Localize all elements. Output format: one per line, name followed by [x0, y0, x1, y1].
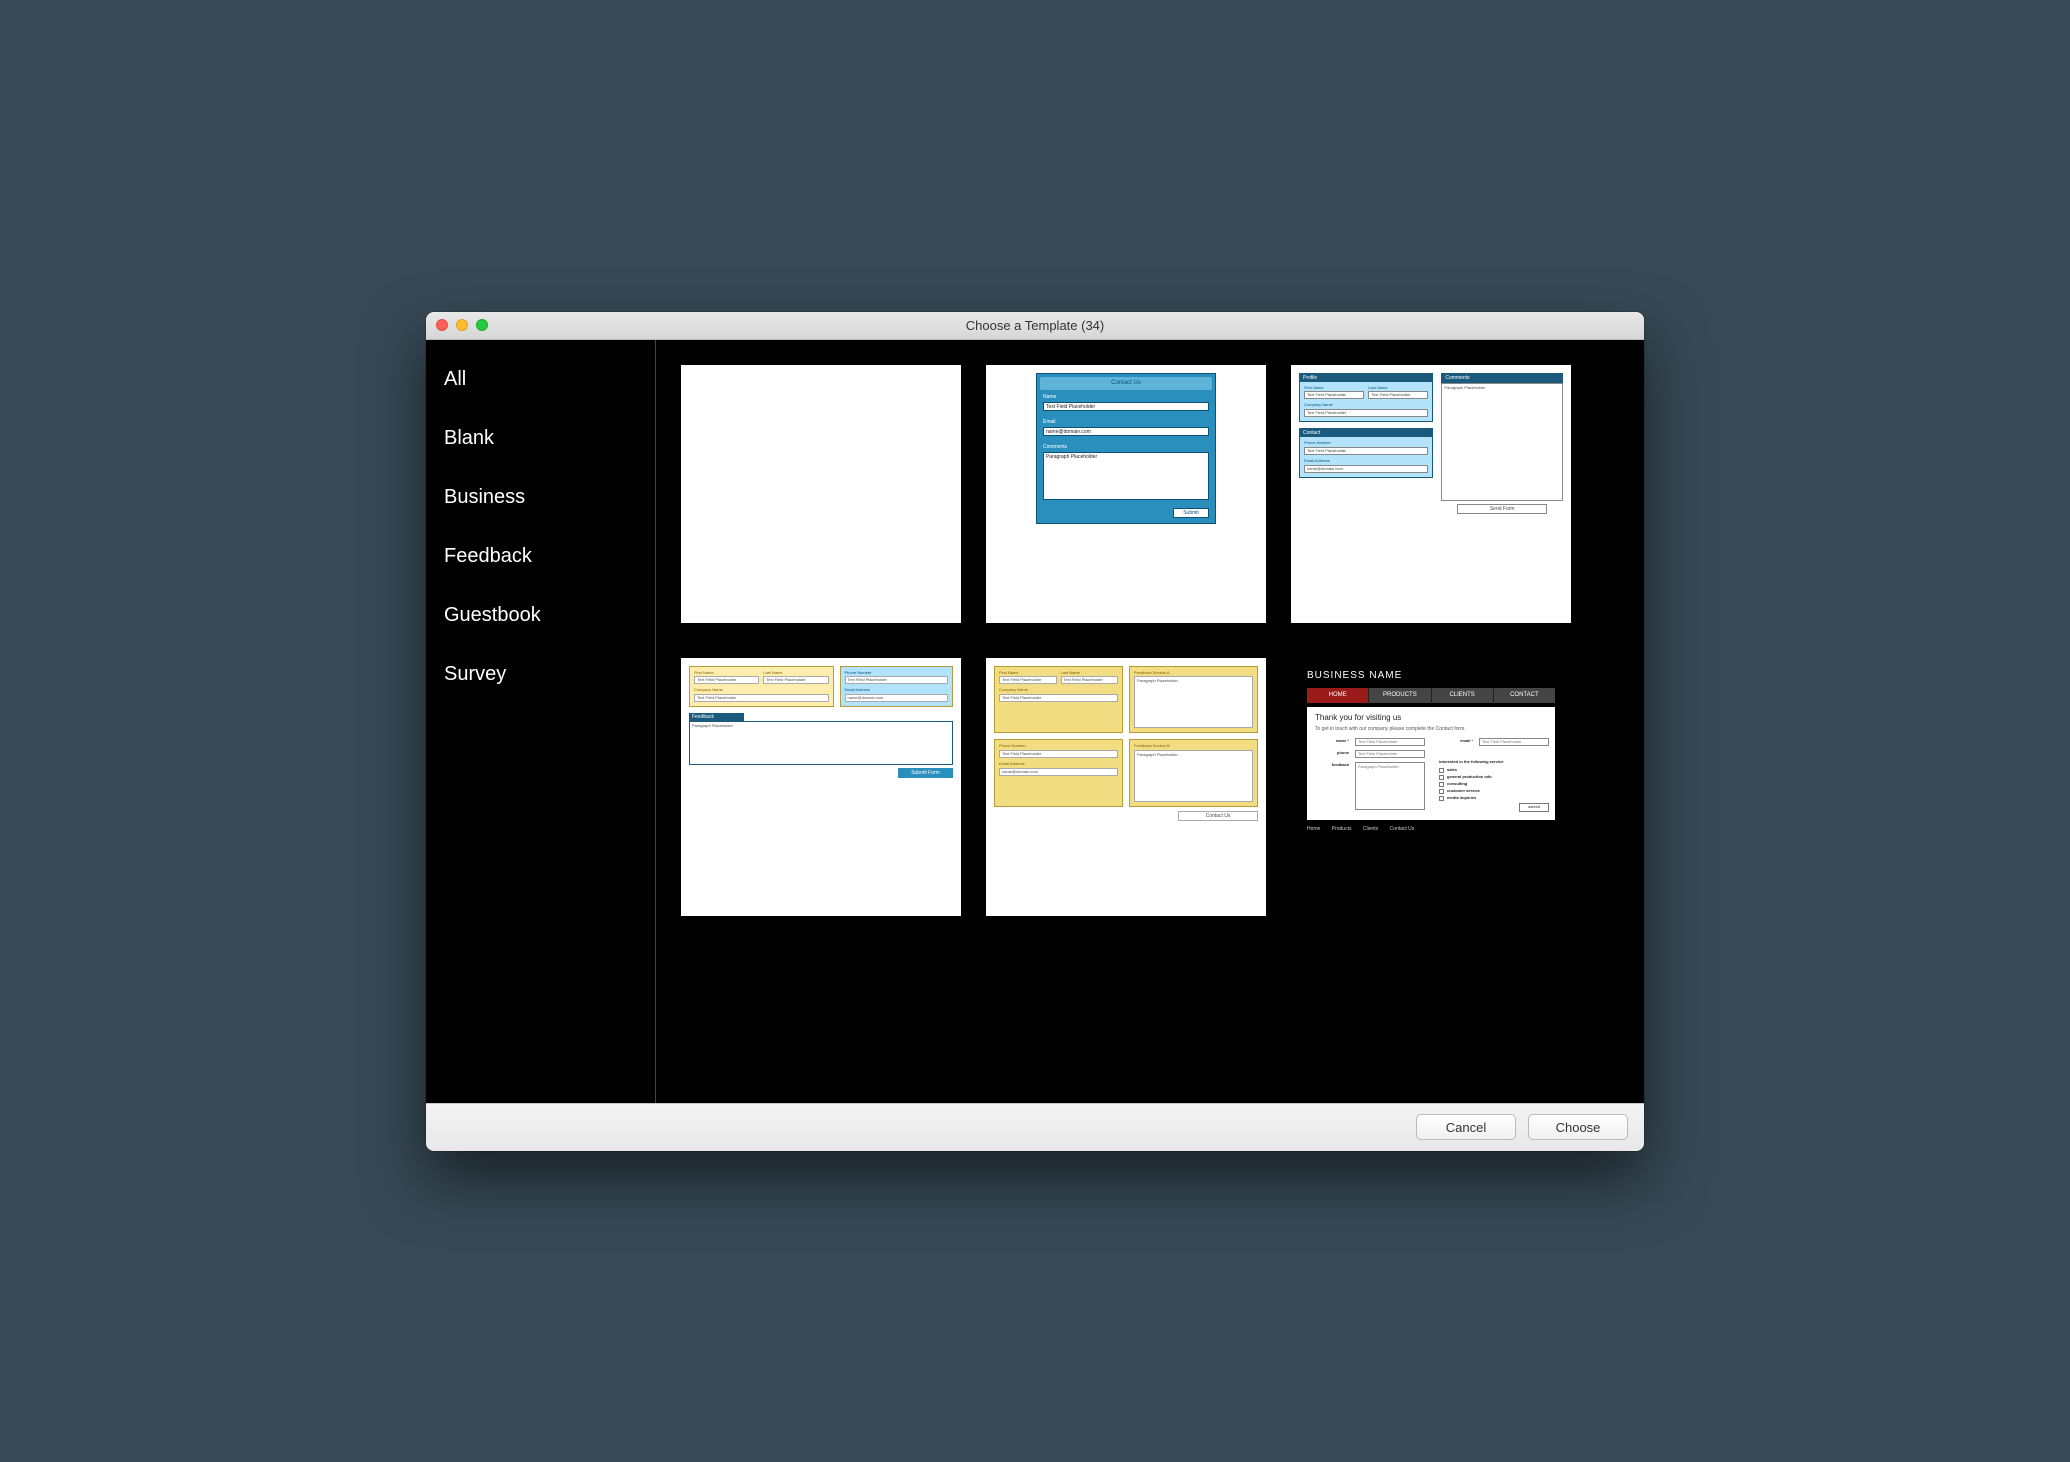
template-gallery[interactable]: Contact Us Name Text Field Placeholder E…	[656, 340, 1644, 1103]
template-thumb-contact-blue[interactable]: Contact Us Name Text Field Placeholder E…	[986, 365, 1266, 623]
sidebar-item-survey[interactable]: Survey	[426, 645, 655, 704]
t2-header: Contact Us	[1040, 377, 1212, 390]
minimize-icon[interactable]	[456, 319, 468, 331]
choose-button[interactable]: Choose	[1528, 1114, 1628, 1140]
footer: Cancel Choose	[426, 1103, 1644, 1151]
sidebar-item-guestbook[interactable]: Guestbook	[426, 586, 655, 645]
sidebar: All Blank Business Feedback Guestbook Su…	[426, 340, 656, 1103]
template-thumb-feedback-mixed[interactable]: First NameText Field Placeholder Last Na…	[681, 658, 961, 916]
traffic-lights	[436, 319, 488, 331]
close-icon[interactable]	[436, 319, 448, 331]
cancel-button[interactable]: Cancel	[1416, 1114, 1516, 1140]
sidebar-item-feedback[interactable]: Feedback	[426, 527, 655, 586]
zoom-icon[interactable]	[476, 319, 488, 331]
template-thumb-blank[interactable]	[681, 365, 961, 623]
template-thumb-feedback-sections[interactable]: First NameText Field Placeholder Last Na…	[986, 658, 1266, 916]
template-thumb-profile-comments[interactable]: Profile First NameText Field Placeholder…	[1291, 365, 1571, 623]
sidebar-item-business[interactable]: Business	[426, 468, 655, 527]
template-thumb-business-site[interactable]: BUSINESS NAME HOME PRODUCTS CLIENTS CONT…	[1291, 658, 1571, 916]
template-chooser-window: Choose a Template (34) All Blank Busines…	[426, 312, 1644, 1151]
titlebar: Choose a Template (34)	[426, 312, 1644, 340]
sidebar-item-all[interactable]: All	[426, 350, 655, 409]
window-title: Choose a Template (34)	[966, 318, 1105, 333]
sidebar-item-blank[interactable]: Blank	[426, 409, 655, 468]
